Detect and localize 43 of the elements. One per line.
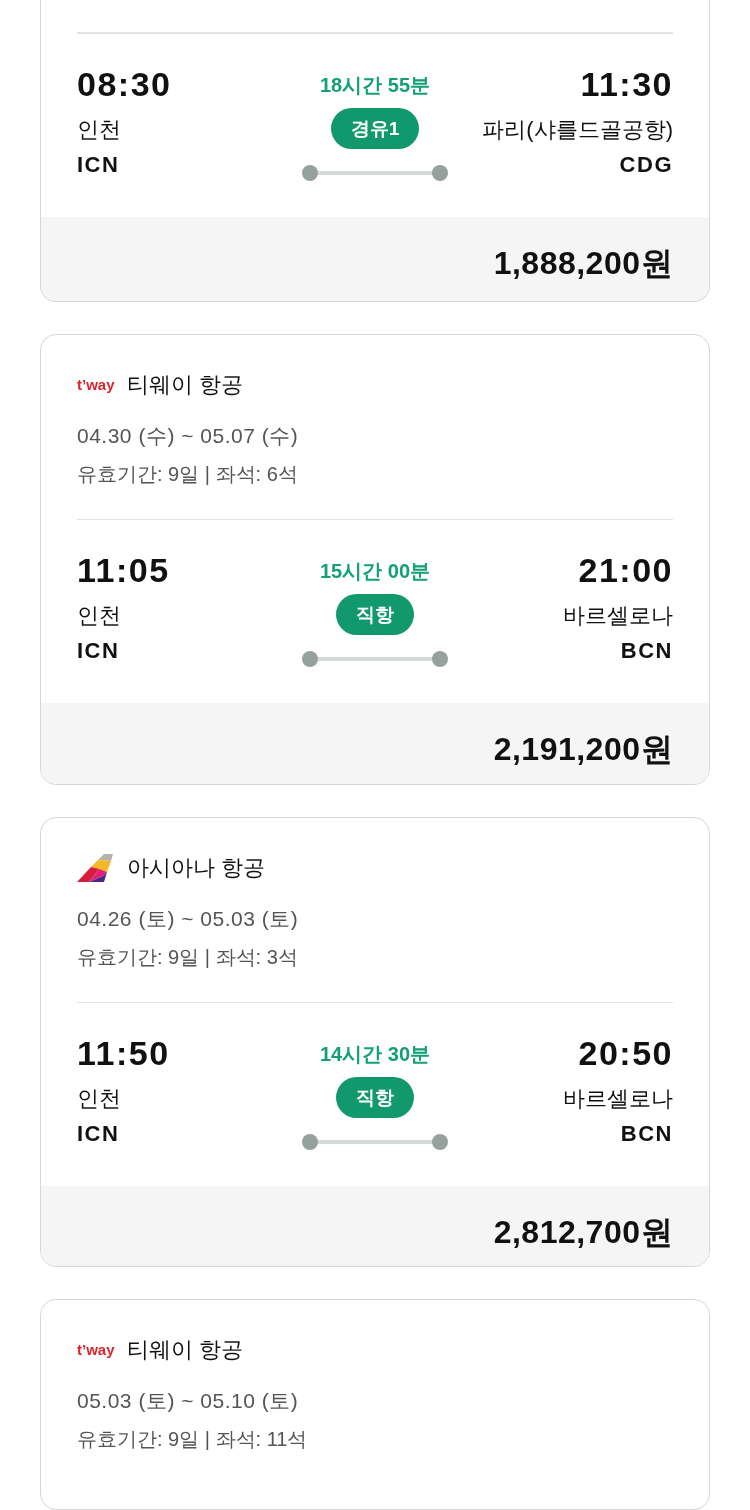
airline-logo: t’way (77, 374, 116, 395)
fare-price: 1,888,200원 (493, 243, 673, 283)
arrival-code: BCN (620, 637, 673, 666)
departure-code: ICN (77, 637, 120, 666)
airline-tail-icon (77, 853, 113, 882)
stops-badge: 직항 (336, 1077, 414, 1119)
stops-badge: 직항 (336, 594, 414, 636)
arrival-time: 20:50 (578, 1033, 673, 1074)
flight-duration: 18시간 55분 (319, 72, 431, 98)
travel-dates: 04.30 (수) ~ 05.07 (수) (77, 422, 300, 449)
flight-duration: 15시간 00분 (319, 559, 431, 585)
departure-code: ICN (77, 150, 120, 179)
travel-dates: 05.03 (토) ~ 05.10 (토) (77, 1388, 300, 1415)
departure-code: ICN (77, 1120, 120, 1149)
arrival-city: 바르셀로나 (563, 1085, 673, 1114)
departure-city: 인천 (77, 1085, 121, 1114)
arrival-city: 바르셀로나 (563, 602, 673, 631)
airline-name: 티웨이 항공 (127, 1336, 244, 1365)
arrival-code: BCN (620, 1120, 673, 1149)
flight-card[interactable]: 아시아나 항공 04.26 (토) ~ 05.03 (토) 유효기간: 9일 | 좌석: 3석 11:50 인천 ICN 14시간 30분 직항 20:50 바르셀로나 BCN 2,812,700원 (40, 816, 710, 1268)
departure-city: 인천 (77, 115, 121, 144)
stops-badge: 경유1 (330, 107, 420, 149)
arrival-time: 11:30 (580, 63, 673, 104)
flight-card[interactable]: t’way 티웨이 항공 04.30 (수) ~ 05.07 (수) 유효기간: 9일 | 좌석: 6석 11:05 인천 ICN 15시간 00분 직항 21:00 바르셀로나 BCN 2,191,200원 (40, 333, 710, 785)
departure-city: 인천 (77, 602, 121, 631)
departure-time: 11:05 (77, 550, 170, 591)
airline-name: 아시아나 항공 (127, 853, 266, 882)
departure-time: 08:30 (77, 63, 172, 104)
fare-price: 2,812,700원 (493, 1213, 673, 1253)
validity-seats: 유효기간: 9일 | 좌석: 11석 (77, 1424, 673, 1455)
arrival-city: 파리(샤를드골공항) (482, 115, 673, 144)
flight-card[interactable]: t’way 티웨이 항공 05.03 (토) ~ 05.10 (토) 유효기간: 9일 | 좌석: 11석 (40, 1299, 710, 1510)
airline-logo: t’way (77, 1340, 116, 1361)
departure-time: 11:50 (77, 1033, 170, 1074)
flight-card[interactable]: 08:30 인천 ICN 18시간 55분 경유1 11:30 파리(샤를드골공항) CDG 1,888,200원 (40, 0, 710, 302)
airline-name: 티웨이 항공 (127, 370, 244, 399)
arrival-time: 21:00 (578, 550, 673, 591)
travel-dates: 04.26 (토) ~ 05.03 (토) (77, 905, 300, 932)
flight-duration: 14시간 30분 (319, 1042, 431, 1068)
validity-seats: 유효기간: 9일 | 좌석: 3석 (77, 941, 673, 972)
fare-price: 2,191,200원 (493, 730, 673, 770)
validity-seats: 유효기간: 9일 | 좌석: 6석 (77, 458, 673, 489)
arrival-code: CDG (619, 150, 673, 179)
